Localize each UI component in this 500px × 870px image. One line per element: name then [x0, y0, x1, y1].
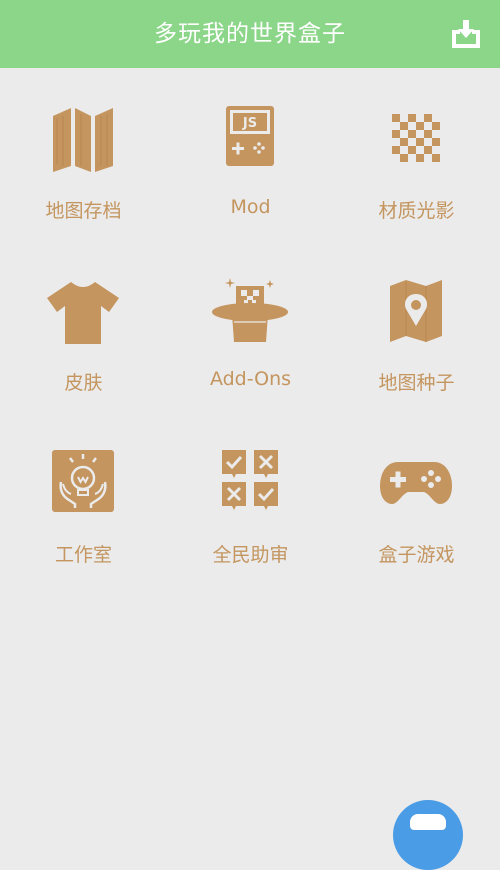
grid-item-skin[interactable]: 皮肤 — [0, 240, 167, 412]
grid-item-label: 盒子游戏 — [378, 544, 455, 566]
grid-item-label: 工作室 — [54, 544, 112, 566]
grid-item-label: Mod — [230, 196, 271, 218]
checkerboard-icon — [392, 114, 440, 162]
grid-item-addons[interactable]: Add-Ons — [167, 240, 334, 412]
svg-text:JS: JS — [242, 116, 257, 131]
app-header: 多玩我的世界盒子 — [0, 0, 500, 68]
download-box-icon — [452, 20, 480, 48]
map-pin-icon — [390, 280, 442, 342]
grid-item-texture-shader[interactable]: 材质光影 — [333, 68, 500, 240]
grid-item-label: 材质光影 — [378, 200, 455, 222]
grid-item-map-archive[interactable]: 地图存档 — [0, 68, 167, 240]
app-title: 多玩我的世界盒子 — [154, 21, 346, 47]
grid-item-label: 地图种子 — [378, 372, 455, 394]
grid-item-studio[interactable]: 工作室 — [0, 412, 167, 584]
floating-chat-button[interactable] — [393, 800, 463, 870]
magic-hat-creeper-icon — [212, 278, 288, 342]
grid-item-box-games[interactable]: 盒子游戏 — [333, 412, 500, 584]
chat-face-icon — [410, 814, 446, 830]
grid-item-label: 皮肤 — [64, 372, 103, 394]
lightbulb-hands-icon — [52, 450, 114, 512]
grid-item-label: 全民助审 — [212, 544, 289, 566]
grid-item-mod[interactable]: JS Mod — [167, 68, 334, 240]
gamepad-icon — [380, 462, 452, 504]
grid-item-review[interactable]: 全民助审 — [167, 412, 334, 584]
shirt-icon — [47, 282, 119, 344]
folded-map-icon — [53, 108, 113, 172]
grid-item-label: 地图存档 — [45, 200, 122, 222]
grid-item-label: Add-Ons — [209, 368, 292, 390]
js-gameboy-icon: JS — [226, 106, 274, 166]
review-check-icon — [222, 450, 278, 510]
grid-item-map-seed[interactable]: 地图种子 — [333, 240, 500, 412]
download-button[interactable] — [448, 16, 484, 52]
